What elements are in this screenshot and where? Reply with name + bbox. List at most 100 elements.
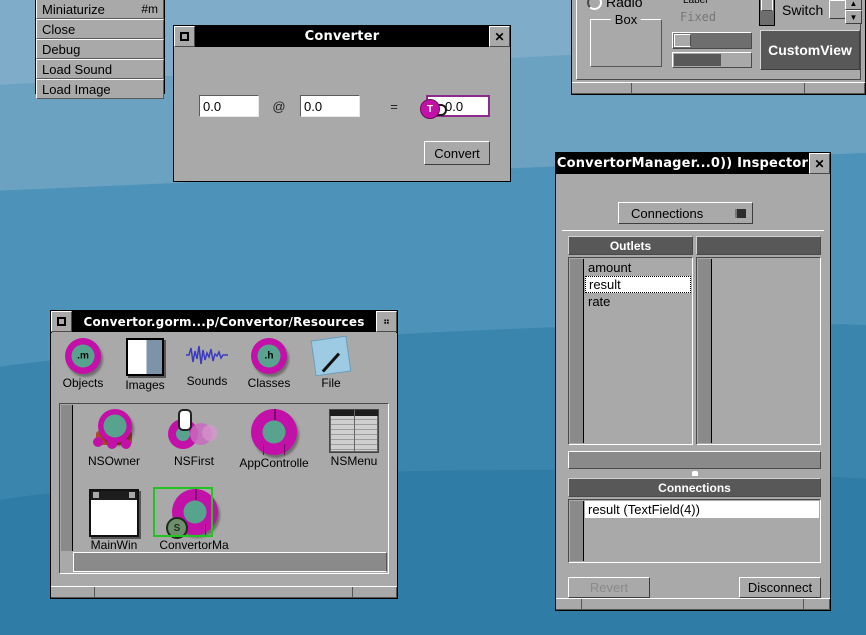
radio-button-icon[interactable] xyxy=(587,0,602,10)
menu-item-debug[interactable]: Debug xyxy=(36,39,164,59)
object-item[interactable]: NSMenu xyxy=(315,409,393,468)
classes-icon: .h xyxy=(251,338,287,374)
connections-header: Connections xyxy=(568,478,821,497)
objects-browser: NSOwner NSFirst AppControlle xyxy=(59,403,389,574)
at-symbol: @ xyxy=(269,95,289,117)
progress-indicator xyxy=(672,52,752,68)
context-menu: Miniaturize #m Close Debug Load Sound Lo… xyxy=(35,0,165,94)
object-label: ConvertorMa xyxy=(159,538,228,552)
appcontroller-icon xyxy=(251,409,297,455)
convert-button[interactable]: Convert xyxy=(424,141,490,165)
toolbar-item-classes[interactable]: .h Classes xyxy=(238,338,300,390)
splitter-knob-icon xyxy=(692,471,698,476)
converter-titlebar[interactable]: Converter ✕ xyxy=(174,26,510,48)
gorm-titlebar[interactable]: Convertor.gorm...p/Convertor/Resources ⠶ xyxy=(51,311,397,333)
minimize-icon[interactable] xyxy=(51,311,72,332)
connections-list[interactable]: result (TextField(4)) xyxy=(568,499,821,563)
minimize-icon[interactable] xyxy=(174,26,195,47)
object-label: NSOwner xyxy=(88,454,140,468)
object-item[interactable]: AppControlle xyxy=(235,409,313,470)
stepper-up-icon[interactable]: ▲ xyxy=(845,0,862,10)
label-widget: Label xyxy=(683,0,707,6)
converter-window: Converter ✕ 0.0 @ 0.0 = 0.0 T Convert xyxy=(173,25,511,182)
menu-item-load-sound[interactable]: Load Sound xyxy=(36,59,164,79)
palette-content: Radio Box Label Fixed Switch ▲ ▼ xyxy=(576,0,861,80)
horizontal-slider[interactable] xyxy=(672,32,752,49)
objects-icon: .m xyxy=(65,338,101,374)
radio-label: Radio xyxy=(606,0,643,10)
stepper-control[interactable]: ▲ ▼ xyxy=(845,0,862,24)
gorm-toolbar: .m Objects Images Sounds .h Classes xyxy=(52,332,396,406)
close-icon[interactable]: ✕ xyxy=(809,153,830,174)
inspector-statusbar xyxy=(556,598,830,610)
objects-scroll-gutter[interactable] xyxy=(61,405,73,551)
menu-item-label: Debug xyxy=(42,42,80,57)
objects-grid: NSOwner NSFirst AppControlle xyxy=(73,405,387,551)
outlets-scroll-gutter[interactable] xyxy=(570,259,584,443)
targets-scroll-gutter[interactable] xyxy=(698,259,712,443)
targets-list[interactable] xyxy=(696,257,821,445)
revert-button[interactable]: Revert xyxy=(568,577,650,598)
inspector-type-popup[interactable]: Connections xyxy=(618,202,753,224)
object-label: NSMenu xyxy=(331,454,378,468)
inspector-window: ConvertorManager...0)) Inspector ✕ Conne… xyxy=(555,152,831,611)
outlets-header: Outlets xyxy=(568,236,693,255)
gorm-statusbar xyxy=(51,586,397,598)
toolbar-label: Sounds xyxy=(187,374,228,388)
resize-icon[interactable]: ⠶ xyxy=(376,311,397,332)
outlet-row-selected[interactable]: result xyxy=(585,276,691,293)
disconnect-button[interactable]: Disconnect xyxy=(739,577,821,598)
object-item[interactable]: NSFirst xyxy=(155,409,233,468)
object-item[interactable]: MainWin xyxy=(75,489,153,552)
object-item[interactable]: NSOwner xyxy=(75,409,153,468)
toolbar-item-objects[interactable]: .m Objects xyxy=(52,338,114,390)
connection-marker-icon[interactable]: T xyxy=(420,99,440,119)
toolbar-item-sounds[interactable]: Sounds xyxy=(176,338,238,388)
object-label: MainWin xyxy=(91,538,138,552)
toolbar-label: Classes xyxy=(248,376,291,390)
switch-label: Switch xyxy=(782,2,823,18)
close-icon[interactable]: ✕ xyxy=(489,26,510,47)
box-label: Box xyxy=(611,12,641,27)
file-icon xyxy=(311,336,352,377)
connections-scroll-gutter[interactable] xyxy=(570,501,584,561)
outlets-list[interactable]: amount result rate xyxy=(568,257,693,445)
selection-highlight xyxy=(153,487,213,537)
converter-title: Converter xyxy=(195,26,489,47)
amount-input[interactable]: 0.0 xyxy=(199,95,259,117)
toolbar-label: File xyxy=(321,376,340,390)
result-value: 0.0 xyxy=(445,99,463,114)
stepper-down-icon[interactable]: ▼ xyxy=(845,10,862,24)
menu-item-label: Load Image xyxy=(42,82,111,97)
result-input[interactable]: 0.0 T xyxy=(426,95,490,117)
equals-symbol: = xyxy=(384,95,404,117)
toolbar-item-file[interactable]: File xyxy=(300,338,362,390)
nsmenu-icon xyxy=(329,409,379,453)
popup-value: Connections xyxy=(631,206,703,221)
menu-item-shortcut: #m xyxy=(141,2,158,16)
inspector-titlebar[interactable]: ConvertorManager...0)) Inspector ✕ xyxy=(556,153,830,175)
vertical-slider[interactable] xyxy=(759,0,775,26)
menu-item-miniaturize[interactable]: Miniaturize #m xyxy=(36,0,164,19)
palette-statusbar xyxy=(572,82,865,94)
targets-header xyxy=(696,236,821,255)
palette-window: Radio Box Label Fixed Switch ▲ ▼ xyxy=(571,0,866,95)
toolbar-label: Images xyxy=(125,378,164,392)
outlet-row[interactable]: amount xyxy=(585,259,691,276)
images-icon xyxy=(126,338,164,376)
box-widget[interactable]: Box xyxy=(590,19,662,67)
customview-widget[interactable]: CustomView xyxy=(760,30,860,70)
menu-item-label: Close xyxy=(42,22,75,37)
connection-row-selected[interactable]: result (TextField(4)) xyxy=(585,501,819,518)
menu-item-load-image[interactable]: Load Image xyxy=(36,79,164,99)
menu-item-label: Load Sound xyxy=(42,62,112,77)
menu-item-close[interactable]: Close xyxy=(36,19,164,39)
rate-input[interactable]: 0.0 xyxy=(300,95,360,117)
toolbar-item-images[interactable]: Images xyxy=(114,338,176,392)
menu-item-label: Miniaturize xyxy=(42,2,105,17)
nsfirst-icon xyxy=(166,409,222,453)
outlet-row[interactable]: rate xyxy=(585,293,691,310)
objects-horizontal-scrollbar[interactable] xyxy=(73,552,387,572)
fixed-label-widget: Fixed xyxy=(680,10,716,24)
inspector-splitter[interactable] xyxy=(568,451,821,469)
